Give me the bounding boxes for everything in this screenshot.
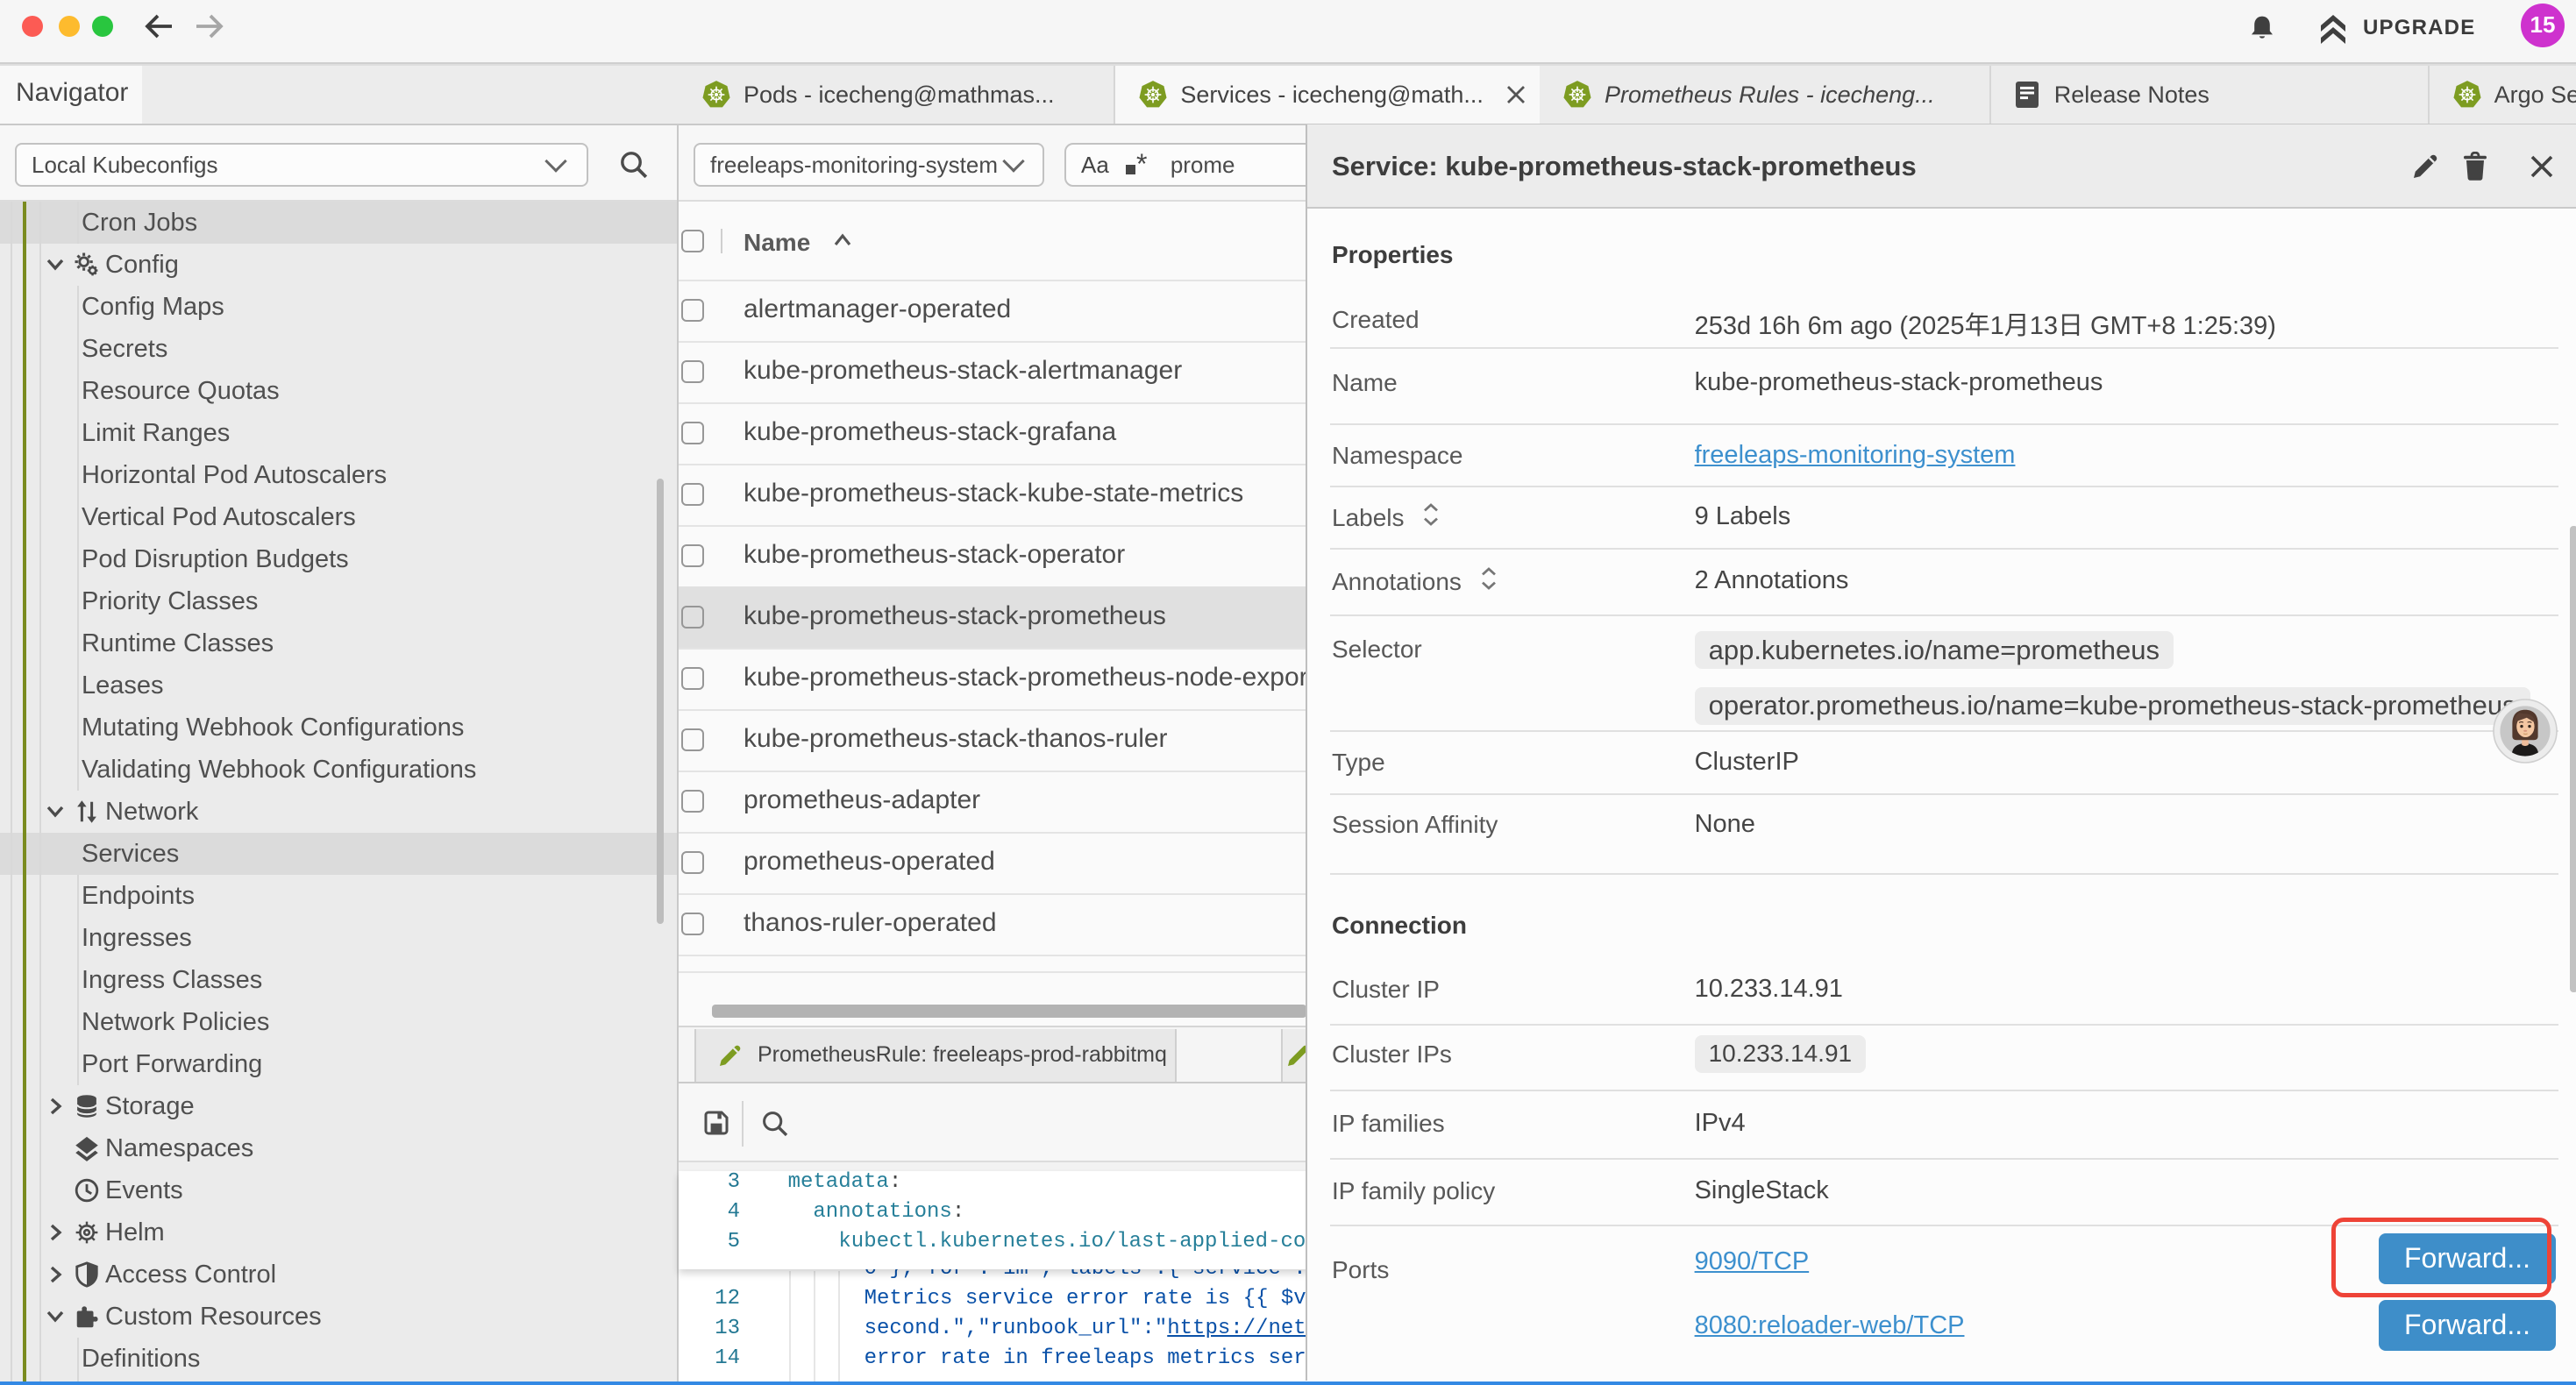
svg-text:*: *: [1136, 152, 1147, 178]
